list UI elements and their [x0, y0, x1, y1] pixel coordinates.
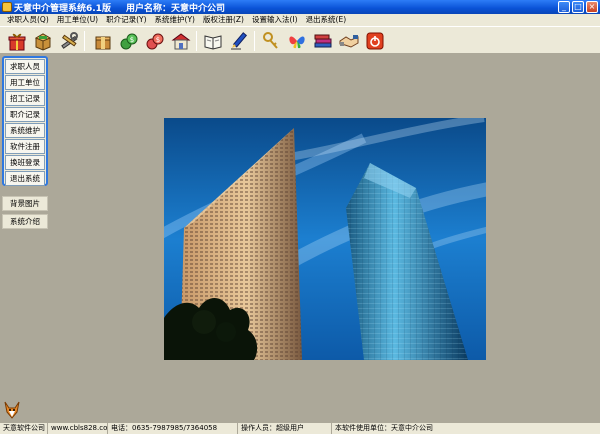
menu-registration[interactable]: 版权注册(Z)	[199, 14, 248, 26]
svg-text:$: $	[130, 36, 134, 44]
window-title: 天意中介管理系统6.1版	[14, 4, 111, 14]
status-licensee: 本软件使用单位：天意中介公司	[335, 424, 433, 432]
handshake-icon[interactable]	[338, 30, 360, 52]
sidebar-item-employers[interactable]: 用工单位	[5, 75, 45, 90]
sidebar-item-exit-system[interactable]: 退出系统	[5, 171, 45, 186]
status-bar: 天意软件公司 www.cbls828.com 电话：0635-7987985/7…	[0, 422, 600, 434]
sidebar-item-switch-login[interactable]: 换班登录	[5, 155, 45, 170]
system-intro-button[interactable]: 系统介绍	[2, 214, 48, 229]
menu-employers[interactable]: 用工单位(U)	[53, 14, 102, 26]
sidebar-item-software-registration[interactable]: 软件注册	[5, 139, 45, 154]
maximize-button[interactable]: □	[572, 1, 584, 13]
sidebar-item-system-maintenance[interactable]: 系统维护	[5, 123, 45, 138]
title-bar[interactable]: 天意中介管理系统6.1版 用户名称：天意中介公司 _ □ ×	[0, 0, 600, 14]
menu-job-seekers[interactable]: 求职人员(Q)	[3, 14, 53, 26]
menu-system-maintenance[interactable]: 系统维护(Y)	[151, 14, 199, 26]
status-phone: 电话：0635-7987985/7364058	[108, 423, 238, 434]
book-icon[interactable]	[202, 30, 224, 52]
status-website: www.cbls828.com	[48, 423, 108, 434]
status-company: 天意软件公司	[0, 423, 48, 434]
sidebar-item-job-seekers[interactable]: 求职人员	[5, 59, 45, 74]
status-operator: 操作人员：超级用户	[238, 423, 332, 434]
menu-placement-records[interactable]: 职介记录(Y)	[102, 14, 150, 26]
sidebar-item-recruitment-records[interactable]: 招工记录	[5, 91, 45, 106]
close-button[interactable]: ×	[586, 1, 598, 13]
tools-icon[interactable]	[58, 30, 80, 52]
background-image-button[interactable]: 背景图片	[2, 196, 48, 211]
pen-icon[interactable]	[228, 30, 250, 52]
user-name-label: 用户名称：天意中介公司	[126, 4, 226, 14]
menu-exit[interactable]: 退出系统(E)	[302, 14, 351, 26]
gift-icon[interactable]	[6, 30, 28, 52]
menu-bar: 求职人员(Q) 用工单位(U) 职介记录(Y) 系统维护(Y) 版权注册(Z) …	[0, 14, 600, 26]
minimize-button[interactable]: _	[558, 1, 570, 13]
fox-mascot-icon	[3, 400, 21, 420]
sidebar-item-placement-records[interactable]: 职介记录	[5, 107, 45, 122]
books-icon[interactable]	[312, 30, 334, 52]
svg-text:$: $	[156, 36, 160, 44]
background-photo	[164, 118, 486, 360]
money-icon[interactable]: $	[118, 30, 140, 52]
toolbar: $ $	[0, 26, 600, 54]
box-icon[interactable]	[32, 30, 54, 52]
house-icon[interactable]	[170, 30, 192, 52]
money-red-icon[interactable]: $	[144, 30, 166, 52]
butterfly-icon[interactable]	[286, 30, 308, 52]
keys-icon[interactable]	[260, 30, 282, 52]
app-icon	[2, 2, 12, 12]
menu-input-method[interactable]: 设置输入法(I)	[248, 14, 302, 26]
power-icon[interactable]	[364, 30, 386, 52]
sidebar-panel: 求职人员 用工单位 招工记录 职介记录 系统维护 软件注册 换班登录 退出系统	[2, 56, 48, 186]
package-icon[interactable]	[92, 30, 114, 52]
